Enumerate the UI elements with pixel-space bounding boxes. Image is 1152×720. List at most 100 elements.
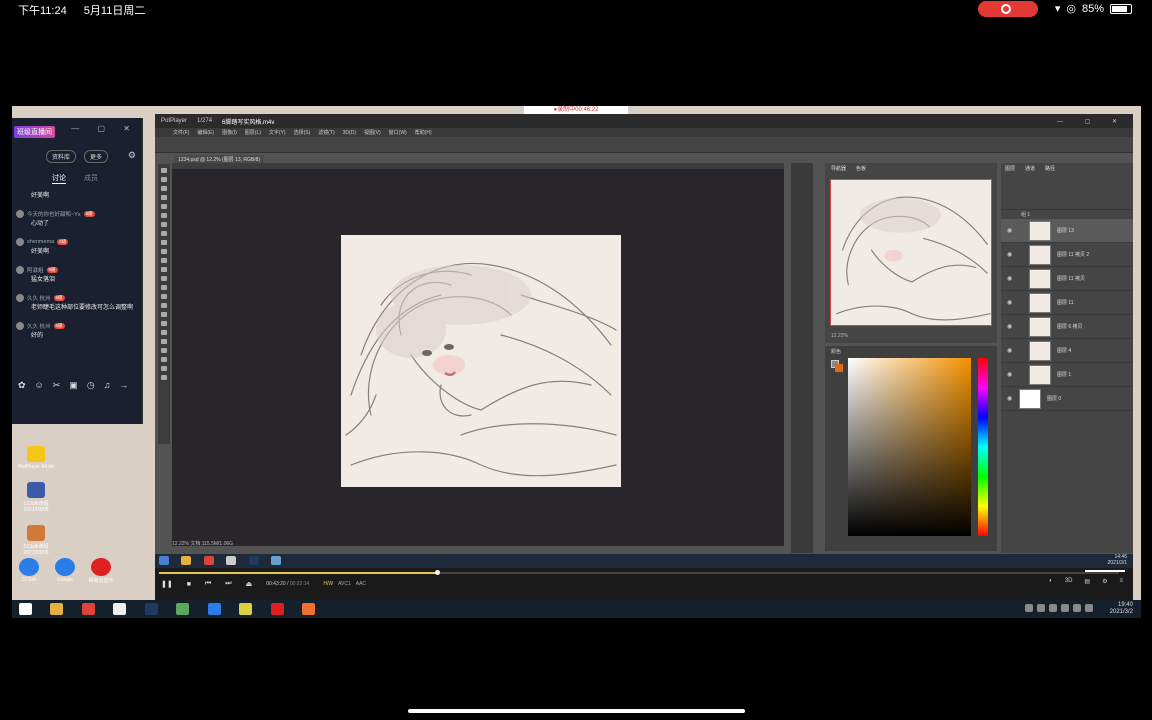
more-button[interactable]: 更多 <box>84 150 109 163</box>
settings-icon[interactable]: ⚙ <box>128 150 136 161</box>
chrome-icon[interactable] <box>203 556 214 565</box>
ps-menu-item[interactable]: 帮助(H) <box>415 129 432 136</box>
layer-group[interactable]: 组 1 <box>1001 210 1133 219</box>
tab-discussion[interactable]: 讨论 <box>52 173 66 184</box>
scissors-icon[interactable]: ✂ <box>53 380 61 391</box>
emoji-flower-icon[interactable]: ✿ <box>18 380 26 391</box>
ps-menu-item[interactable]: 选择(S) <box>294 129 311 136</box>
windows-start-icon[interactable] <box>19 603 32 615</box>
pause-icon[interactable]: ❚❚ <box>161 580 173 588</box>
netease-music-icon[interactable] <box>270 603 284 615</box>
desktop-shortcut[interactable]: CCtalk课程 2021/03/06 <box>16 482 56 513</box>
ps-tool-icon[interactable] <box>161 312 167 317</box>
ps-tool-icon[interactable] <box>161 294 167 299</box>
codec-hw[interactable]: H/W <box>323 581 333 587</box>
tray-icon[interactable] <box>1061 604 1069 612</box>
photoshop-icon[interactable] <box>248 556 259 565</box>
avatar[interactable] <box>16 294 24 302</box>
3d-icon[interactable]: 3D <box>1065 578 1073 585</box>
window-controls[interactable]: — ▢ ✕ <box>1057 118 1127 125</box>
tray-icon[interactable] <box>1073 604 1081 612</box>
tab-swatches[interactable]: 色板 <box>856 165 866 172</box>
hue-slider[interactable] <box>978 358 988 536</box>
ps-tool-icon[interactable] <box>161 366 167 371</box>
eye-icon[interactable]: ◉ <box>1007 347 1013 354</box>
tray-icon[interactable] <box>1085 604 1093 612</box>
ps-menu-item[interactable]: 图像(I) <box>222 129 237 136</box>
avatar[interactable] <box>16 266 24 274</box>
ps-tool-icon[interactable] <box>161 339 167 344</box>
color-picker-field[interactable] <box>848 358 971 536</box>
previous-icon[interactable]: ⏮ <box>205 580 211 588</box>
eject-icon[interactable]: ⏏ <box>246 580 253 588</box>
eye-icon[interactable]: ◉ <box>1007 251 1013 258</box>
app-icon[interactable] <box>302 603 316 615</box>
stop-icon[interactable]: ■ <box>187 581 191 588</box>
layer-row[interactable]: ◉ 图层 11 <box>1001 291 1133 315</box>
subtitle-icon[interactable]: ▤ <box>1084 578 1090 585</box>
desktop-shortcut[interactable]: CCtalk <box>16 558 42 584</box>
tab-layers[interactable]: 图层 <box>1005 165 1015 172</box>
ps-tool-icon[interactable] <box>161 195 167 200</box>
taskbar-clock[interactable]: 19:40 2021/3/2 <box>1110 602 1133 616</box>
ps-menu-item[interactable]: 文件(F) <box>173 129 189 136</box>
tray-icon[interactable] <box>1049 604 1057 612</box>
desktop-shortcut[interactable]: 网易云音乐 <box>88 558 114 584</box>
ps-tool-icon[interactable] <box>161 168 167 173</box>
artwork-canvas[interactable] <box>341 235 621 487</box>
ps-menu-item[interactable]: 窗口(W) <box>389 129 407 136</box>
ps-tool-icon[interactable] <box>161 231 167 236</box>
layer-row[interactable]: ◉ 图层 6 拷贝 <box>1001 315 1133 339</box>
ps-tool-icon[interactable] <box>161 267 167 272</box>
start-icon[interactable] <box>159 556 169 565</box>
avatar[interactable] <box>16 210 24 218</box>
tab-members[interactable]: 成员 <box>84 173 98 184</box>
tab-paths[interactable]: 路径 <box>1045 165 1055 172</box>
eye-icon[interactable]: ◉ <box>1007 371 1013 378</box>
avatar[interactable] <box>16 238 24 246</box>
menu-icon[interactable]: ≡ <box>1119 578 1123 585</box>
ps-menu-item[interactable]: 文字(Y) <box>269 129 286 136</box>
eye-icon[interactable]: ◉ <box>1007 299 1013 306</box>
ps-tool-icon[interactable] <box>161 204 167 209</box>
ps-tool-icon[interactable] <box>161 357 167 362</box>
history-icon[interactable]: ◷ <box>87 380 95 391</box>
send-arrow-icon[interactable]: → <box>119 380 128 391</box>
ps-tool-icon[interactable] <box>161 258 167 263</box>
folder-icon[interactable] <box>181 556 192 565</box>
potplayer-icon[interactable] <box>239 603 253 615</box>
edge-icon[interactable] <box>207 603 221 615</box>
screen-recording-indicator[interactable] <box>978 1 1038 17</box>
ps-tool-icon[interactable] <box>161 177 167 182</box>
eye-icon[interactable]: ◉ <box>1007 395 1013 402</box>
ps-tool-icon[interactable] <box>161 375 167 380</box>
tab-channels[interactable]: 通道 <box>1025 165 1035 172</box>
ps-menu-item[interactable]: 3D(D) <box>343 130 356 136</box>
desktop-shortcut[interactable]: PotPlayer 64 bit <box>16 446 56 470</box>
ps-tool-icon[interactable] <box>161 240 167 245</box>
emoji-icon[interactable]: ☺ <box>35 380 44 391</box>
ps-tool-icon[interactable] <box>161 276 167 281</box>
chrome-icon[interactable] <box>81 603 95 615</box>
ps-tool-icon[interactable] <box>161 222 167 227</box>
image-icon[interactable]: ▣ <box>69 380 78 391</box>
tray-icon[interactable] <box>1037 604 1045 612</box>
navigator-preview[interactable] <box>830 179 992 326</box>
avatar[interactable] <box>16 322 24 330</box>
navigator-zoom[interactable]: 12.22% <box>831 333 848 339</box>
library-button[interactable]: 资料库 <box>46 150 77 163</box>
ps-tool-icon[interactable] <box>161 186 167 191</box>
layer-row[interactable]: ◉ 图层 1 <box>1001 363 1133 387</box>
settings-icon[interactable]: ⚙ <box>1102 578 1107 585</box>
next-icon[interactable]: ⏭ <box>225 580 231 588</box>
ps-menu-item[interactable]: 滤镜(T) <box>318 129 334 136</box>
potplayer-logo[interactable]: PotPlayer <box>161 118 187 124</box>
seek-bar[interactable] <box>159 570 1119 575</box>
ps-menu-item[interactable]: 编辑(E) <box>197 129 214 136</box>
app-icon[interactable] <box>113 603 127 615</box>
app-icon[interactable] <box>176 603 190 615</box>
ps-menu-item[interactable]: 图层(L) <box>245 129 261 136</box>
window-controls[interactable]: — ▢ ✕ <box>71 124 138 133</box>
layer-row[interactable]: ◉ 图层 11 拷贝 2 <box>1001 243 1133 267</box>
ps-tool-icon[interactable] <box>161 330 167 335</box>
